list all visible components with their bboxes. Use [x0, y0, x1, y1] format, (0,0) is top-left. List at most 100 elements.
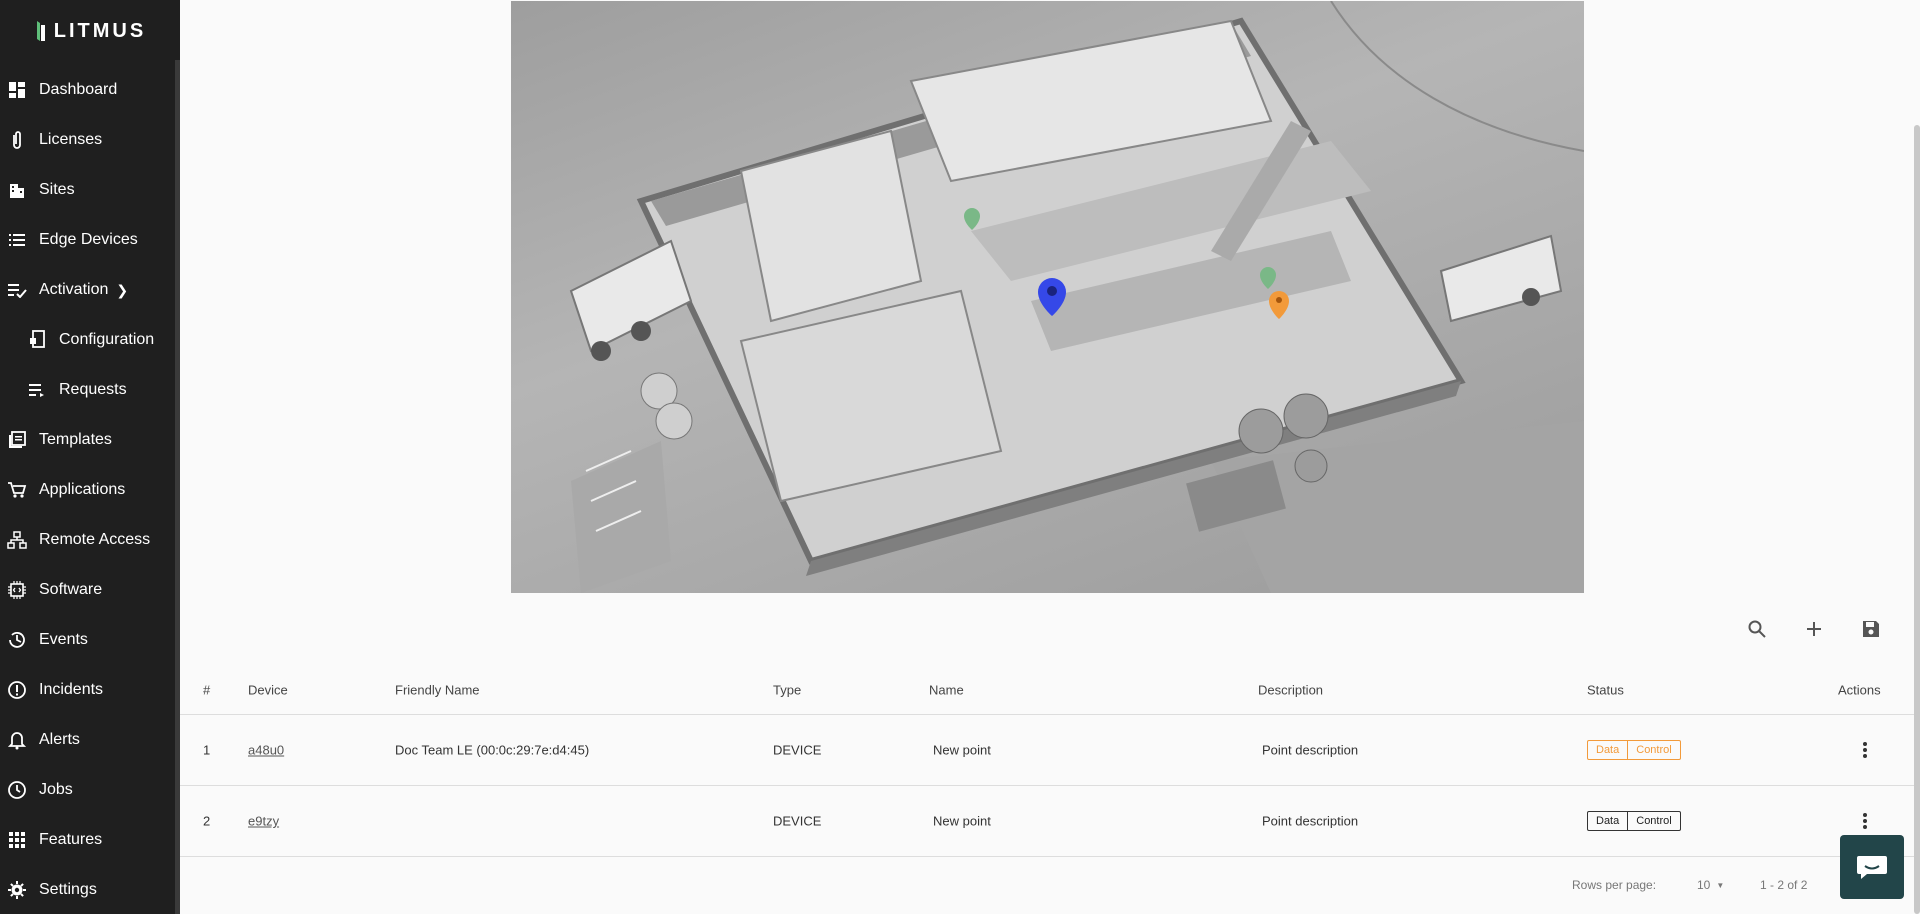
network-icon	[7, 530, 27, 550]
sidebar-item-applications[interactable]: Applications	[0, 470, 175, 510]
table-row[interactable]: 2 e9tzy DEVICE New point Point descripti…	[180, 786, 1915, 857]
search-icon	[1748, 620, 1766, 638]
config-icon	[27, 330, 47, 350]
status-badge-control[interactable]: Control	[1628, 740, 1681, 760]
rows-per-page-select[interactable]: 10 ▼	[1697, 878, 1724, 892]
save-button[interactable]	[1856, 614, 1886, 644]
alert-circle-icon	[7, 680, 27, 700]
sidebar-item-label: Events	[39, 631, 88, 648]
litmus-logo[interactable]: LITMUS	[0, 0, 180, 62]
point-name: New point	[933, 813, 991, 829]
sidebar-item-activation[interactable]: Activation ❯	[0, 270, 175, 310]
sidebar-item-label: Jobs	[39, 781, 73, 798]
sidebar-item-alerts[interactable]: Alerts	[0, 720, 175, 760]
sidebar-item-label: Alerts	[39, 731, 80, 748]
sidebar-item-settings[interactable]: Settings	[0, 870, 175, 910]
sidebar-item-label: Licenses	[39, 131, 103, 148]
chip-icon	[7, 580, 27, 600]
point-name: New point	[933, 742, 991, 758]
sidebar-item-events[interactable]: Events	[0, 620, 175, 660]
point-type: DEVICE	[773, 813, 822, 829]
sidebar-item-dashboard[interactable]: Dashboard	[0, 70, 175, 110]
more-vert-icon	[1863, 742, 1867, 758]
templates-icon	[7, 430, 27, 450]
table-header: # Device Friendly Name Type Name Descrip…	[180, 665, 1915, 715]
sidebar-item-edge-devices[interactable]: Edge Devices	[0, 220, 175, 260]
sidebar-item-software[interactable]: Software	[0, 570, 175, 610]
status-badge-data[interactable]: Data	[1587, 740, 1629, 760]
sidebar: LITMUS Dashboard Licenses Sites Edge Dev…	[0, 0, 180, 914]
page-scrollbar[interactable]	[1914, 125, 1920, 914]
sidebar-item-label: Settings	[39, 881, 97, 898]
factory-floor-image[interactable]	[511, 1, 1584, 593]
row-actions-button[interactable]	[1853, 738, 1877, 762]
sidebar-item-incidents[interactable]: Incidents	[0, 670, 175, 710]
status-badge-control[interactable]: Control	[1628, 811, 1681, 831]
column-header[interactable]: Friendly Name	[395, 682, 480, 697]
add-button[interactable]	[1799, 614, 1829, 644]
sidebar-item-label: Applications	[39, 481, 126, 498]
gear-icon	[7, 880, 27, 900]
status-badges: Data Control	[1587, 740, 1681, 760]
paperclip-icon	[7, 130, 27, 150]
litmus-logo-icon	[36, 21, 45, 41]
rows-per-page-label: Rows per page:	[1572, 878, 1657, 892]
sidebar-item-sites[interactable]: Sites	[0, 170, 175, 210]
sidebar-item-label: Configuration	[59, 331, 155, 348]
column-header[interactable]: Status	[1587, 682, 1624, 697]
sidebar-item-label: Templates	[39, 431, 112, 448]
requests-icon	[27, 380, 47, 400]
main-content: # Device Friendly Name Type Name Descrip…	[180, 0, 1920, 914]
sidebar-item-label: Activation	[39, 281, 109, 298]
point-type: DEVICE	[773, 742, 822, 758]
chevron-right-icon: ❯	[116, 281, 129, 298]
point-description: Point description	[1262, 813, 1359, 829]
row-index: 2	[203, 813, 211, 829]
column-header[interactable]: Device	[248, 682, 288, 697]
chat-button[interactable]	[1840, 835, 1904, 899]
sidebar-item-requests[interactable]: Requests	[0, 370, 175, 410]
sidebar-item-jobs[interactable]: Jobs	[0, 770, 175, 810]
pagination-range: 1 - 2 of 2	[1760, 878, 1808, 892]
building-icon	[7, 180, 27, 200]
status-badge-data[interactable]: Data	[1587, 811, 1629, 831]
device-link[interactable]: a48u0	[248, 743, 284, 758]
column-header[interactable]: Description	[1258, 682, 1323, 697]
sidebar-item-features[interactable]: Features	[0, 820, 175, 860]
caret-down-icon: ▼	[1716, 880, 1725, 890]
sidebar-item-label: Sites	[39, 181, 75, 198]
sidebar-item-label: Software	[39, 581, 103, 598]
column-header[interactable]: Type	[773, 682, 801, 697]
row-actions-button[interactable]	[1853, 809, 1877, 833]
status-badges: Data Control	[1587, 811, 1681, 831]
sidebar-item-remote-access[interactable]: Remote Access	[0, 520, 175, 560]
point-description: Point description	[1262, 742, 1359, 758]
cart-icon	[7, 480, 27, 500]
sidebar-item-label: Dashboard	[39, 81, 118, 98]
row-index: 1	[203, 742, 211, 758]
sidebar-item-label: Edge Devices	[39, 231, 138, 248]
sidebar-item-templates[interactable]: Templates	[0, 420, 175, 460]
checklist-icon	[7, 280, 27, 300]
sidebar-item-label: Features	[39, 831, 103, 848]
list-icon	[7, 230, 27, 250]
sidebar-item-configuration[interactable]: Configuration	[0, 320, 175, 360]
dashboard-icon	[7, 80, 27, 100]
history-icon	[7, 630, 27, 650]
column-header[interactable]: Name	[929, 682, 964, 697]
more-vert-icon	[1863, 813, 1867, 829]
add-icon	[1807, 622, 1821, 636]
points-table: # Device Friendly Name Type Name Descrip…	[180, 665, 1915, 857]
rows-per-page-value: 10	[1697, 878, 1711, 892]
search-button[interactable]	[1742, 614, 1772, 644]
sidebar-item-licenses[interactable]: Licenses	[0, 120, 175, 160]
device-link[interactable]: e9tzy	[248, 814, 279, 829]
table-row[interactable]: 1 a48u0 Doc Team LE (00:0c:29:7e:d4:45) …	[180, 715, 1915, 786]
grid-icon	[7, 830, 27, 850]
friendly-name: Doc Team LE (00:0c:29:7e:d4:45)	[395, 742, 590, 758]
column-header: Actions	[1838, 682, 1881, 697]
logo-text: LITMUS	[53, 19, 147, 42]
sidebar-item-label: Requests	[59, 381, 127, 398]
save-icon	[1863, 621, 1879, 637]
column-header: #	[203, 682, 211, 697]
